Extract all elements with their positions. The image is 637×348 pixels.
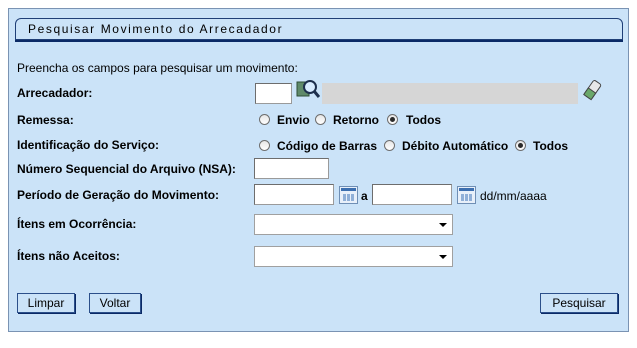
- itens-nao-aceitos-label: Ítens não Aceitos:: [17, 249, 120, 263]
- itens-ocorrencia-label: Ítens em Ocorrência:: [17, 217, 137, 231]
- chevron-down-icon: [439, 255, 447, 259]
- remessa-todos-radio[interactable]: [387, 114, 398, 125]
- identificacao-codigo-barras-radio[interactable]: [259, 140, 270, 151]
- remessa-retorno-radio[interactable]: [315, 114, 326, 125]
- identificacao-debito-automatico-radio[interactable]: [384, 140, 395, 151]
- remessa-envio-radio[interactable]: [259, 114, 270, 125]
- eraser-icon[interactable]: [583, 79, 603, 101]
- periodo-from-input[interactable]: [254, 184, 334, 205]
- calendar-icon[interactable]: [339, 186, 358, 204]
- periodo-separator: a: [361, 189, 368, 203]
- periodo-label: Período de Geração do Movimento:: [17, 188, 220, 202]
- arrecadador-name-field: [322, 83, 578, 104]
- periodo-to-input[interactable]: [372, 184, 452, 205]
- magnifier-icon[interactable]: [296, 79, 321, 101]
- itens-nao-aceitos-select[interactable]: [254, 246, 453, 267]
- panel-title: Pesquisar Movimento do Arrecadador: [28, 22, 284, 36]
- nsa-input[interactable]: [254, 158, 329, 179]
- nsa-label: Número Sequencial do Arquivo (NSA):: [17, 162, 236, 176]
- limpar-button[interactable]: Limpar: [17, 293, 75, 313]
- identificacao-todos-label: Todos: [533, 139, 569, 153]
- date-format-hint: dd/mm/aaaa: [480, 189, 547, 203]
- identificacao-todos-radio[interactable]: [515, 140, 526, 151]
- remessa-todos-label: Todos: [406, 113, 442, 127]
- identificacao-codigo-barras-label: Código de Barras: [277, 139, 378, 153]
- calendar-icon[interactable]: [457, 186, 476, 204]
- search-panel: Pesquisar Movimento do Arrecadador Preen…: [8, 8, 629, 332]
- remessa-label: Remessa:: [17, 113, 74, 127]
- instructions-text: Preencha os campos para pesquisar um mov…: [17, 61, 298, 75]
- identificacao-label: Identificação do Serviço:: [17, 138, 160, 152]
- remessa-envio-label: Envio: [277, 113, 310, 127]
- chevron-down-icon: [439, 223, 447, 227]
- panel-title-bar: Pesquisar Movimento do Arrecadador: [15, 18, 623, 40]
- voltar-button[interactable]: Voltar: [89, 293, 141, 313]
- arrecadador-code-input[interactable]: [255, 83, 292, 104]
- remessa-retorno-label: Retorno: [333, 113, 379, 127]
- itens-ocorrencia-select[interactable]: [254, 214, 453, 235]
- identificacao-debito-automatico-label: Débito Automático: [402, 139, 509, 153]
- pesquisar-button[interactable]: Pesquisar: [540, 293, 618, 313]
- arrecadador-label: Arrecadador:: [17, 86, 93, 100]
